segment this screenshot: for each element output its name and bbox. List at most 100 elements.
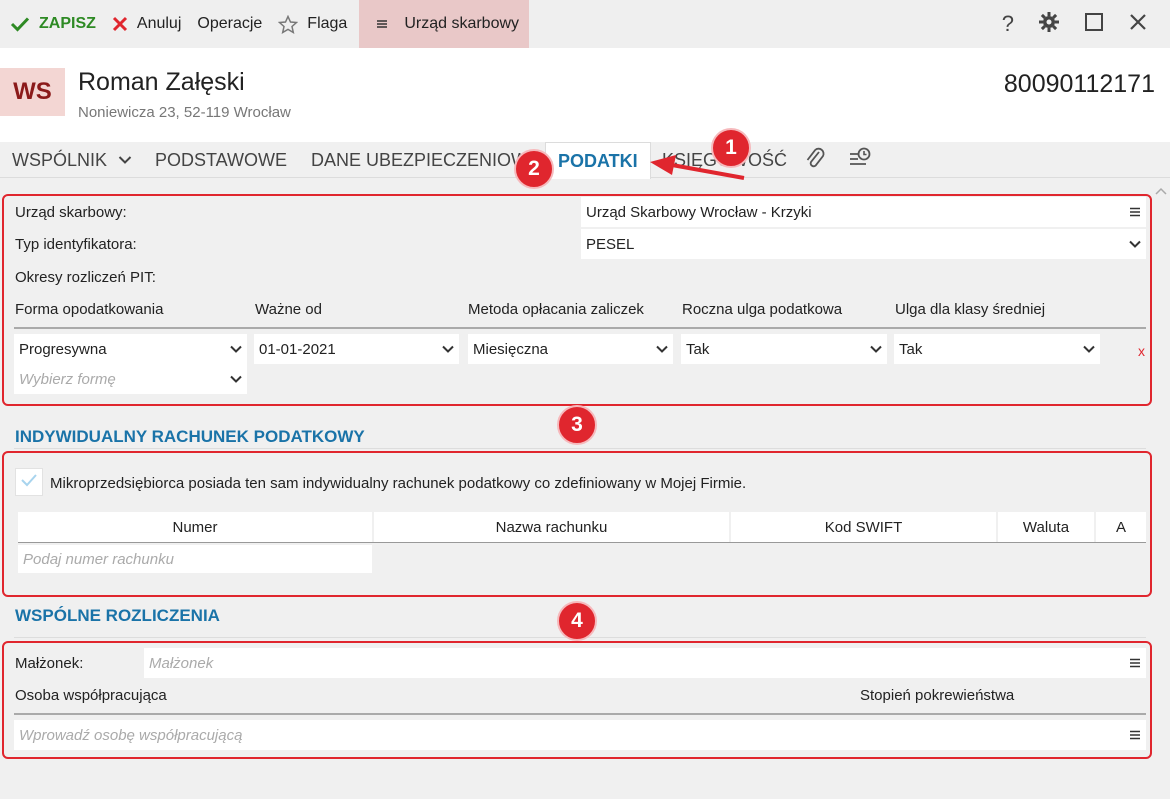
operations-label: Operacje — [197, 15, 263, 32]
column-swift: Kod SWIFT — [731, 512, 996, 543]
annotation-badge-3: 3 — [557, 405, 597, 445]
chevron-down-icon — [870, 345, 882, 353]
tax-office-field-label: Urząd skarbowy: — [15, 204, 127, 221]
window-controls: ? — [990, 0, 1160, 48]
valid-from-value: 01-01-2021 — [259, 340, 336, 358]
checkmark-icon — [10, 16, 30, 32]
kinship-label: Stopień pokrewieństwa — [860, 687, 1015, 704]
person-address: Noniewicza 23, 52-119 Wrocław — [78, 104, 291, 121]
annotation-badge-2: 2 — [514, 149, 554, 189]
middle-class-relief-value: Tak — [899, 340, 923, 358]
avatar: WS — [0, 68, 65, 116]
close-window-button[interactable] — [1116, 0, 1160, 48]
spouse-input[interactable]: Małżonek — [144, 648, 1146, 678]
column-middle-class-relief: Ulga dla klasy średniej — [895, 301, 1046, 318]
tab-insurance[interactable]: DANE UBEZPIECZENIOWE — [311, 142, 540, 178]
table-header-divider — [14, 327, 1146, 329]
account-table-divider — [18, 542, 1146, 543]
list-icon[interactable] — [1129, 206, 1141, 218]
new-tax-form-placeholder: Wybierz formę — [19, 370, 116, 388]
cancel-label: Anuluj — [136, 15, 182, 32]
close-icon — [112, 16, 128, 32]
column-account-name: Nazwa rachunku — [374, 512, 729, 543]
same-account-checkbox[interactable] — [15, 468, 43, 496]
tab-partner[interactable]: WSPÓLNIK — [12, 142, 132, 178]
column-valid-from: Ważne od — [255, 301, 322, 318]
tax-office-field[interactable]: Urząd Skarbowy Wrocław - Krzyki — [581, 197, 1146, 227]
scroll-up-icon[interactable] — [1155, 182, 1167, 200]
valid-from-select[interactable]: 01-01-2021 — [254, 334, 459, 364]
payment-method-select[interactable]: Miesięczna — [468, 334, 673, 364]
column-a: A — [1096, 512, 1146, 543]
section-divider — [14, 448, 1146, 449]
chevron-down-icon — [1083, 345, 1095, 353]
flag-button[interactable]: Flaga — [270, 0, 355, 48]
account-number-placeholder: Podaj numer rachunku — [23, 550, 174, 568]
annual-relief-select[interactable]: Tak — [681, 334, 887, 364]
column-currency: Waluta — [998, 512, 1094, 543]
attachments-tab[interactable] — [804, 146, 826, 182]
id-type-label: Typ identyfikatora: — [15, 236, 137, 253]
save-button[interactable]: ZAPISZ — [0, 0, 104, 48]
chevron-down-icon — [118, 141, 132, 177]
tax-office-label: Urząd skarbowy — [404, 15, 520, 32]
help-button[interactable]: ? — [990, 0, 1026, 48]
chevron-down-icon — [230, 375, 242, 383]
save-label: ZAPISZ — [39, 15, 96, 32]
tax-office-value: Urząd Skarbowy Wrocław - Krzyki — [586, 203, 812, 221]
chevron-down-icon — [442, 345, 454, 353]
account-number-input[interactable]: Podaj numer rachunku — [18, 545, 372, 573]
cooperating-person-label: Osoba współpracująca — [15, 687, 167, 704]
pit-periods-label: Okresy rozliczeń PIT: — [15, 269, 156, 286]
settings-button[interactable] — [1026, 0, 1072, 48]
person-name: Roman Załęski — [78, 68, 245, 96]
tax-office-button[interactable]: Urząd skarbowy — [359, 0, 530, 48]
chevron-down-icon — [1129, 240, 1141, 248]
new-tax-form-select[interactable]: Wybierz formę — [14, 364, 247, 394]
same-account-label: Mikroprzedsiębiorca posiada ten sam indy… — [50, 475, 747, 492]
joint-section-title: WSPÓLNE ROZLICZENIA — [15, 606, 220, 625]
column-annual-relief: Roczna ulga podatkowa — [682, 301, 843, 318]
menu-icon — [375, 18, 389, 30]
annotation-badge-4: 4 — [557, 601, 597, 641]
list-icon[interactable] — [1129, 729, 1141, 741]
middle-class-relief-select[interactable]: Tak — [894, 334, 1100, 364]
star-icon — [278, 14, 299, 34]
history-tab[interactable] — [848, 146, 872, 182]
id-type-select[interactable]: PESEL — [581, 229, 1146, 259]
spouse-placeholder: Małżonek — [149, 654, 214, 672]
column-payment-method: Metoda opłacania zaliczek — [468, 301, 644, 318]
spouse-label: Małżonek: — [15, 655, 84, 672]
checkmark-icon — [20, 472, 38, 493]
history-icon — [848, 147, 872, 174]
chevron-down-icon — [656, 345, 668, 353]
operations-button[interactable]: Operacje — [189, 0, 270, 48]
tax-form-select[interactable]: Progresywna — [14, 334, 247, 364]
annual-relief-value: Tak — [686, 340, 710, 358]
column-tax-form: Forma opodatkowania — [15, 301, 164, 318]
id-type-value: PESEL — [586, 235, 635, 253]
column-number: Numer — [18, 512, 372, 543]
joint-table-divider — [14, 713, 1146, 715]
delete-row-button[interactable]: x — [1138, 343, 1145, 359]
tab-basic[interactable]: PODSTAWOWE — [155, 142, 287, 178]
maximize-icon — [1084, 12, 1104, 37]
close-window-icon — [1128, 12, 1148, 37]
payment-method-value: Miesięczna — [473, 340, 549, 358]
toolbar: ZAPISZ Anuluj Operacje Flaga Urząd skarb… — [0, 0, 1170, 48]
account-section-title: INDYWIDUALNY RACHUNEK PODATKOWY — [15, 427, 365, 446]
tax-form-value: Progresywna — [19, 340, 107, 358]
cooperating-person-input[interactable]: Wprowadź osobę współpracującą — [14, 720, 1146, 750]
tab-bar: WSPÓLNIK PODSTAWOWE DANE UBEZPIECZENIOWE… — [0, 142, 1170, 179]
flag-label: Flaga — [307, 15, 348, 32]
pesel-number: 80090112171 — [1003, 70, 1155, 98]
cooperating-person-placeholder: Wprowadź osobę współpracującą — [19, 726, 243, 744]
paperclip-icon — [804, 147, 826, 174]
tab-taxes[interactable]: PODATKI — [545, 142, 651, 179]
list-icon[interactable] — [1129, 657, 1141, 669]
maximize-button[interactable] — [1072, 0, 1116, 48]
tab-partner-label: WSPÓLNIK — [12, 150, 108, 170]
annotation-badge-1: 1 — [711, 128, 751, 168]
record-header: WS Roman Załęski Noniewicza 23, 52-119 W… — [0, 48, 1170, 142]
cancel-button[interactable]: Anuluj — [104, 0, 189, 48]
